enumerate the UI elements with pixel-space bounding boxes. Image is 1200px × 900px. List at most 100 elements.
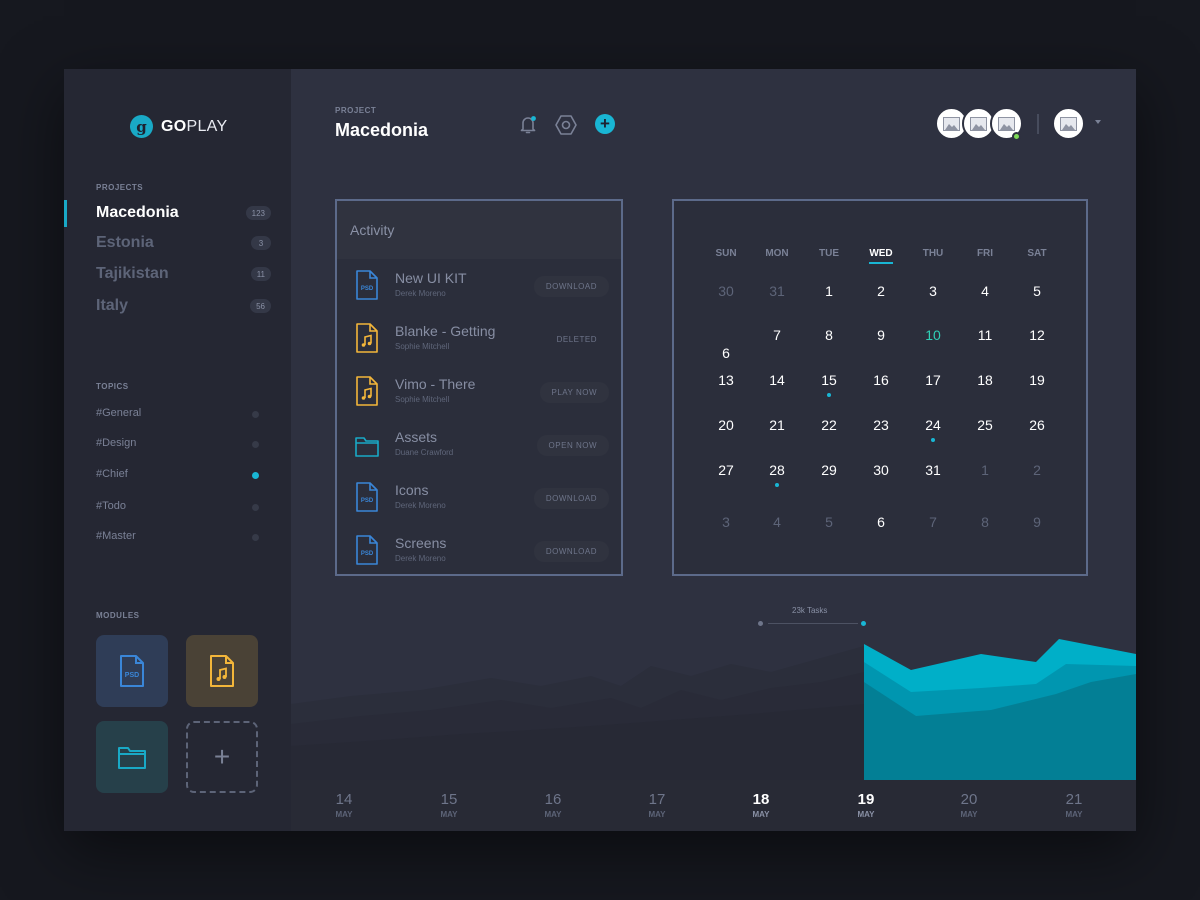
- calendar-day[interactable]: 9: [861, 327, 901, 343]
- calendar-day[interactable]: 20: [706, 417, 746, 433]
- svg-text:PSD: PSD: [125, 672, 139, 679]
- current-user-avatar[interactable]: [1052, 107, 1085, 140]
- range-slider-track[interactable]: [768, 623, 858, 624]
- add-module-button[interactable]: +: [186, 721, 258, 793]
- sidebar-item-tajikistan[interactable]: Tajikistan 11: [64, 259, 291, 289]
- notifications-button[interactable]: [517, 114, 539, 136]
- weekday-header: MON: [765, 248, 789, 259]
- calendar-day[interactable]: 26: [1017, 417, 1057, 433]
- project-name: Tajikistan: [96, 265, 169, 282]
- topic-general[interactable]: #General: [64, 404, 291, 424]
- calendar-day[interactable]: 27: [706, 462, 746, 478]
- calendar-day[interactable]: 7: [757, 327, 797, 343]
- settings-button[interactable]: [555, 114, 577, 136]
- module-music[interactable]: [186, 635, 258, 707]
- calendar-day[interactable]: 3: [706, 514, 746, 530]
- timeline-date[interactable]: 20 MAY: [939, 791, 999, 819]
- activity-item-author: Derek Moreno: [395, 554, 446, 563]
- timeline-date[interactable]: 18 MAY: [731, 791, 791, 819]
- calendar-day[interactable]: 30: [861, 462, 901, 478]
- sidebar-item-italy[interactable]: Italy 56: [64, 291, 291, 321]
- timeline-month: MAY: [960, 810, 978, 819]
- settings-hexagon-icon: [555, 115, 577, 135]
- list-item[interactable]: Vimo - There Sophie Mitchell PLAY NOW: [337, 366, 621, 419]
- calendar-day[interactable]: 16: [861, 372, 901, 388]
- timeline-month: MAY: [857, 810, 875, 819]
- download-button[interactable]: DOWNLOAD: [533, 541, 609, 562]
- calendar-day[interactable]: 29: [809, 462, 849, 478]
- calendar-day[interactable]: 24: [913, 417, 953, 433]
- topic-todo[interactable]: #Todo: [64, 497, 291, 517]
- calendar-day[interactable]: 4: [757, 514, 797, 530]
- module-psd[interactable]: PSD: [96, 635, 168, 707]
- calendar-day[interactable]: 2: [861, 283, 901, 299]
- calendar-day[interactable]: 6: [861, 514, 901, 530]
- calendar-day[interactable]: 1: [965, 462, 1005, 478]
- calendar-day[interactable]: 17: [913, 372, 953, 388]
- topic-chief[interactable]: #Chief: [64, 465, 291, 485]
- calendar-day[interactable]: 8: [809, 327, 849, 343]
- calendar-day[interactable]: 5: [1017, 283, 1057, 299]
- calendar-day[interactable]: 4: [965, 283, 1005, 299]
- timeline-date[interactable]: 21 MAY: [1044, 791, 1104, 819]
- list-item[interactable]: PSD Icons Derek Moreno DOWNLOAD: [337, 472, 621, 525]
- sidebar-item-estonia[interactable]: Estonia 3: [64, 228, 291, 258]
- calendar-day[interactable]: 14: [757, 372, 797, 388]
- activity-header: Activity: [337, 201, 621, 259]
- calendar-day[interactable]: 23: [861, 417, 901, 433]
- calendar-day[interactable]: 19: [1017, 372, 1057, 388]
- activity-item-author: Derek Moreno: [395, 289, 446, 298]
- calendar-day[interactable]: 3: [913, 283, 953, 299]
- calendar-day[interactable]: 28: [757, 462, 797, 478]
- download-button[interactable]: DOWNLOAD: [533, 488, 609, 509]
- calendar-day[interactable]: 7: [913, 514, 953, 530]
- download-button[interactable]: DOWNLOAD: [533, 276, 609, 297]
- timeline-date[interactable]: 19 MAY: [836, 791, 896, 819]
- list-item[interactable]: PSD New UI KIT Derek Moreno DOWNLOAD: [337, 260, 621, 313]
- range-slider-start-handle[interactable]: [758, 621, 763, 626]
- list-item[interactable]: PSD Screens Derek Moreno DOWNLOAD: [337, 525, 621, 574]
- calendar-day[interactable]: 5: [809, 514, 849, 530]
- list-item[interactable]: Blanke - Getting Sophie Mitchell DELETED: [337, 313, 621, 366]
- module-folder[interactable]: [96, 721, 168, 793]
- timeline-date[interactable]: 15 MAY: [419, 791, 479, 819]
- calendar-day[interactable]: 22: [809, 417, 849, 433]
- timeline-day: 20: [960, 791, 978, 808]
- logo-text: GOPLAY: [161, 117, 228, 135]
- topic-master[interactable]: #Master: [64, 527, 291, 547]
- sidebar-item-macedonia[interactable]: Macedonia 123: [64, 198, 291, 228]
- logo[interactable]: g GOPLAY: [130, 115, 227, 138]
- open-now-button[interactable]: OPEN NOW: [536, 435, 609, 456]
- list-item[interactable]: Assets Duane Crawford OPEN NOW: [337, 419, 621, 472]
- calendar-day[interactable]: 18: [965, 372, 1005, 388]
- calendar-day[interactable]: 8: [965, 514, 1005, 530]
- divider: [1037, 114, 1039, 134]
- weekday-header: SAT: [1027, 248, 1047, 259]
- calendar-day[interactable]: 15: [809, 372, 849, 388]
- calendar-day[interactable]: 25: [965, 417, 1005, 433]
- projects-label: PROJECTS: [96, 183, 144, 192]
- timeline-date[interactable]: 14 MAY: [314, 791, 374, 819]
- calendar-day[interactable]: 12: [1017, 327, 1057, 343]
- calendar-day[interactable]: 10: [913, 327, 953, 343]
- calendar-day[interactable]: 1: [809, 283, 849, 299]
- calendar-day[interactable]: 2: [1017, 462, 1057, 478]
- timeline-date[interactable]: 16 MAY: [523, 791, 583, 819]
- calendar-day[interactable]: 9: [1017, 514, 1057, 530]
- weekday-header: FRI: [976, 248, 994, 259]
- add-button[interactable]: +: [595, 114, 615, 134]
- calendar-day[interactable]: 6: [706, 345, 746, 361]
- play-now-button[interactable]: PLAY NOW: [539, 382, 609, 403]
- chevron-down-icon[interactable]: [1095, 120, 1101, 124]
- calendar-day[interactable]: 31: [757, 283, 797, 299]
- range-slider-end-handle[interactable]: [861, 621, 866, 626]
- calendar-day[interactable]: 13: [706, 372, 746, 388]
- calendar-day[interactable]: 30: [706, 283, 746, 299]
- calendar-day[interactable]: 21: [757, 417, 797, 433]
- topic-status-dot: [252, 441, 259, 448]
- topic-design[interactable]: #Design: [64, 434, 291, 454]
- timeline-date[interactable]: 17 MAY: [627, 791, 687, 819]
- calendar-day[interactable]: 11: [965, 327, 1005, 343]
- project-name: Italy: [96, 297, 129, 314]
- calendar-day[interactable]: 31: [913, 462, 953, 478]
